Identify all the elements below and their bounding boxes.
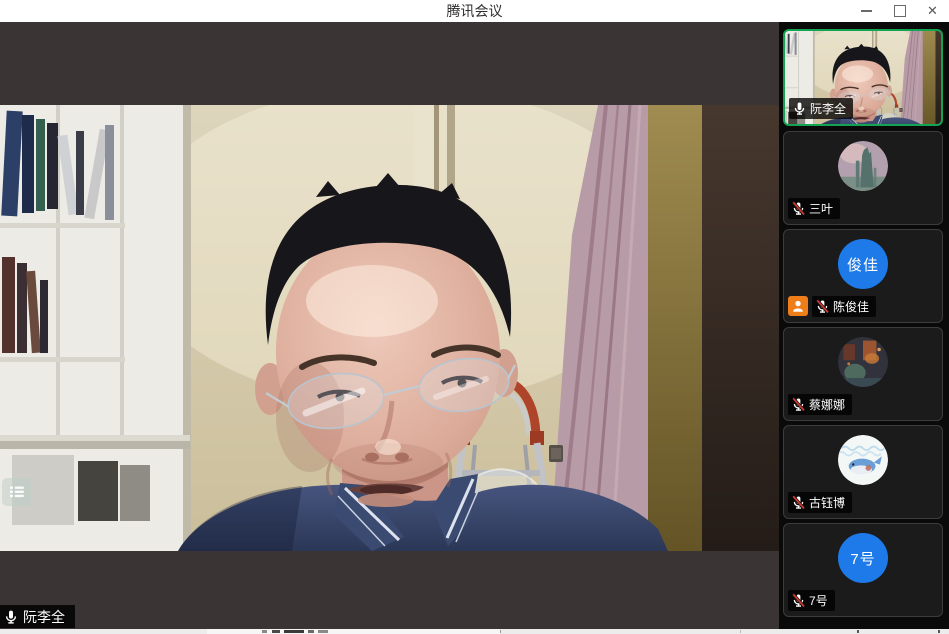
participant-name: 7号 [809,592,828,609]
participant-label: 阮李全 [789,98,853,119]
participant-tile[interactable]: 古钰博 [783,425,943,519]
participant-name: 三叶 [809,200,833,217]
participant-tile[interactable]: 俊佳 陈俊佳 [783,229,943,323]
maximize-button[interactable] [883,0,916,22]
list-icon [9,485,25,499]
close-button[interactable]: ✕ [916,0,949,22]
participant-label: 古钰博 [788,492,852,513]
participants-sidebar: 阮李全 三叶 [779,22,949,629]
initials-avatar: 7号 [838,533,888,583]
main-video-feed [0,105,779,551]
background-window-edge [0,629,949,634]
active-speaker-label: 阮李全 [0,605,75,628]
participant-label: 7号 [788,590,835,611]
participant-list-toggle-button[interactable] [2,478,31,506]
window-title: 腾讯会议 [0,0,949,22]
participant-name: 古钰博 [809,494,845,511]
main-stage: 阮李全 [0,22,779,629]
whale-cartoon-avatar [838,435,888,485]
mic-on-icon [792,101,807,116]
monet-painting-avatar [838,141,888,191]
participant-label: 三叶 [788,198,840,219]
mic-muted-icon [791,593,806,608]
participant-tile[interactable]: 蔡娜娜 [783,327,943,421]
mic-muted-icon [791,495,806,510]
participant-tile[interactable]: 三叶 [783,131,943,225]
participant-name: 阮李全 [810,100,846,117]
active-speaker-name: 阮李全 [23,607,65,627]
maximize-icon [894,5,906,17]
participant-label-pill: 陈俊佳 [812,296,876,317]
participant-label: 蔡娜娜 [788,394,852,415]
minimize-button[interactable] [850,0,883,22]
participant-name: 蔡娜娜 [809,396,845,413]
participant-tile[interactable]: 7号 7号 [783,523,943,617]
mic-muted-icon [791,201,806,216]
title-bar: 腾讯会议 ✕ [0,0,949,22]
mic-on-icon [3,609,19,625]
minimize-icon [861,10,872,12]
mic-muted-icon [791,397,806,412]
participant-name: 陈俊佳 [833,298,869,315]
host-badge-icon [788,296,808,316]
window-controls: ✕ [850,0,949,22]
mic-muted-icon [815,299,830,314]
artwork-avatar [838,337,888,387]
tencent-meeting-window: 腾讯会议 ✕ 阮李全 [0,0,949,634]
participant-label: 陈俊佳 [788,296,876,317]
participant-tile-self[interactable]: 阮李全 [783,29,943,126]
initials-avatar: 俊佳 [838,239,888,289]
